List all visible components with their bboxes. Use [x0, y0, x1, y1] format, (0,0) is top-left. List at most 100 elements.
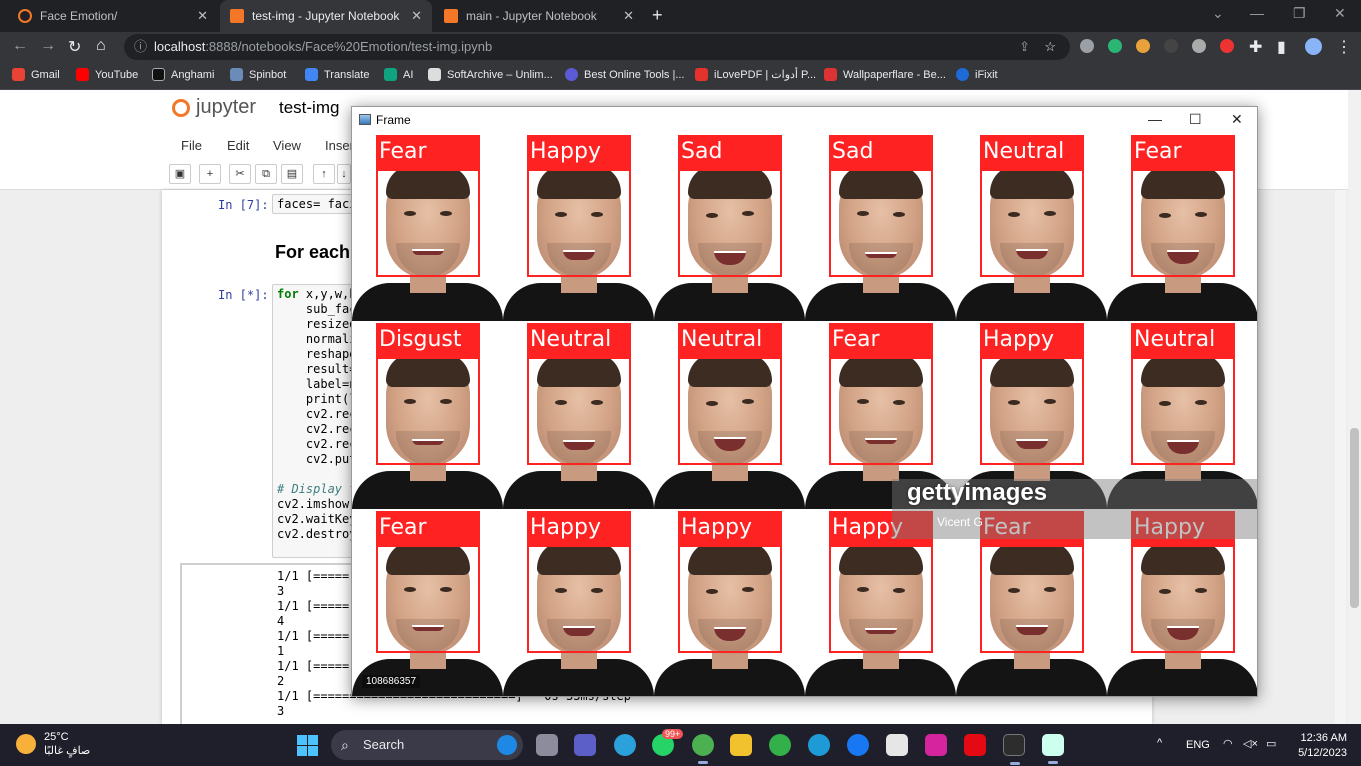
share-icon[interactable]: ⇪ — [1019, 34, 1030, 60]
teams-icon[interactable] — [574, 734, 596, 756]
tab-title: Face Emotion/ — [40, 9, 118, 23]
tab-test-img[interactable]: test-img - Jupyter Notebook ✕ — [220, 0, 432, 32]
battery-icon[interactable]: ▭ — [1266, 737, 1276, 750]
bookmark-ai[interactable]: AI — [384, 68, 413, 81]
chevron-up-icon[interactable]: ^ — [1157, 737, 1162, 749]
bookmark-best-online-tools[interactable]: Best Online Tools |... — [565, 68, 684, 81]
close-tab-icon[interactable]: ✕ — [411, 8, 422, 24]
extensions-puzzle-icon[interactable]: ✚ — [1249, 37, 1262, 57]
bookmark-ifixit[interactable]: iFixit — [956, 68, 998, 81]
youtube-icon — [76, 68, 89, 81]
menu-edit[interactable]: Edit — [227, 138, 249, 153]
bookmark-softarchive[interactable]: SoftArchive – Unlim... — [428, 68, 553, 81]
extension-icon[interactable] — [1080, 39, 1094, 53]
extension-icon[interactable] — [1192, 39, 1206, 53]
edge-icon[interactable] — [808, 734, 830, 756]
opencv-frame-window[interactable]: Frame — ☐ ✕ Fear Happy Sad Sad Neutral Fear Di… — [351, 106, 1258, 697]
paste-icon[interactable]: ▤ — [281, 164, 303, 184]
wifi-icon[interactable]: ◠ — [1223, 737, 1233, 750]
face-bounding-box — [527, 169, 631, 277]
menu-file[interactable]: File — [181, 138, 202, 153]
softarchive-icon — [428, 68, 441, 81]
emotion-label: Happy — [678, 511, 782, 545]
menu-insert[interactable]: Inser — [325, 138, 354, 153]
weather-widget[interactable]: 25°C صافٍ غالبًا — [16, 730, 90, 758]
terminal-icon[interactable] — [1003, 734, 1025, 765]
home-icon[interactable]: ⌂ — [96, 37, 106, 55]
site-info-icon[interactable]: ⓘ — [134, 34, 147, 60]
extension-icon[interactable] — [1220, 39, 1234, 53]
close-window-icon[interactable]: ✕ — [1334, 5, 1346, 22]
insert-cell-icon[interactable]: + — [199, 164, 221, 184]
profile-avatar[interactable] — [1305, 38, 1322, 55]
emotion-label: Neutral — [678, 323, 782, 357]
telegram-icon[interactable] — [614, 734, 636, 756]
notebook-scrollbar[interactable] — [1335, 190, 1346, 724]
bookmark-spinbot[interactable]: Spinbot — [230, 68, 286, 81]
volume-muted-icon[interactable]: ◁× — [1243, 737, 1258, 750]
jupyter-logo[interactable]: jupyter — [172, 96, 256, 119]
reload-icon[interactable]: ↻ — [68, 37, 81, 57]
move-up-icon[interactable]: ↑ — [313, 164, 335, 184]
weather-moon-icon — [16, 734, 36, 754]
code-cell[interactable]: for x,y,w,h sub_fac resized normali resh… — [272, 284, 354, 558]
bookmark-ilovepdf[interactable]: iLovePDF | أدوات P... — [695, 68, 816, 81]
bookmark-youtube[interactable]: YouTube — [76, 68, 138, 81]
microsoft-store-icon[interactable] — [886, 734, 908, 756]
chrome-icon[interactable] — [692, 734, 714, 764]
bookmark-translate[interactable]: Translate — [305, 68, 369, 81]
frame-minimize-icon[interactable]: — — [1148, 111, 1162, 127]
frame-title: Frame — [376, 113, 411, 127]
clock[interactable]: 12:36 AM 5/12/2023 — [1293, 731, 1347, 761]
code-cell[interactable]: faces= faci — [272, 194, 354, 214]
save-icon[interactable]: ▣ — [169, 164, 191, 184]
back-icon[interactable]: ← — [12, 37, 28, 55]
bing-icon[interactable] — [497, 735, 517, 755]
windows-taskbar: 25°C صافٍ غالبًا ⌕ Search 99+ ^ ENG ◠ ◁× … — [0, 724, 1361, 766]
frame-titlebar[interactable]: Frame — ☐ ✕ — [352, 107, 1257, 133]
bookmark-wallpaperflare[interactable]: Wallpaperflare - Be... — [824, 68, 946, 81]
grammarly-extension-icon[interactable] — [1108, 39, 1122, 53]
close-tab-icon[interactable]: ✕ — [197, 8, 208, 24]
extension-icon[interactable] — [1164, 39, 1178, 53]
gettyimages-watermark: gettyimages — [907, 479, 1048, 506]
tab-face-emotion[interactable]: Face Emotion/ ✕ — [8, 0, 218, 32]
qtgrace-icon[interactable] — [769, 734, 791, 756]
taskbar-search[interactable]: ⌕ Search — [331, 730, 523, 760]
start-button[interactable] — [297, 735, 318, 756]
close-tab-icon[interactable]: ✕ — [623, 8, 634, 24]
minimize-icon[interactable]: — — [1250, 5, 1264, 21]
jupyter-logo-icon — [172, 98, 190, 117]
forward-icon[interactable]: → — [40, 37, 56, 55]
frame-maximize-icon[interactable]: ☐ — [1189, 111, 1202, 128]
photo-credit: Vicent G — [937, 515, 983, 529]
cut-icon[interactable]: ✂ — [229, 164, 251, 184]
file-explorer-icon[interactable] — [730, 734, 752, 756]
task-view-icon[interactable] — [536, 734, 558, 756]
restore-icon[interactable]: ❐ — [1293, 5, 1306, 22]
menu-view[interactable]: View — [273, 138, 301, 153]
copy-icon[interactable]: ⧉ — [255, 164, 277, 184]
scrollbar-thumb[interactable] — [1350, 428, 1359, 608]
frame-close-icon[interactable]: ✕ — [1231, 111, 1243, 128]
bookmark-star-icon[interactable]: ☆ — [1044, 34, 1056, 60]
menu-kebab-icon[interactable]: ⋮ — [1336, 37, 1352, 57]
facebook-icon[interactable] — [847, 734, 869, 756]
notebook-favicon-icon — [230, 9, 244, 23]
extension-icon[interactable] — [1136, 39, 1150, 53]
notebook-title[interactable]: test-img — [279, 98, 339, 118]
language-indicator[interactable]: ENG — [1186, 739, 1210, 751]
bookmark-gmail[interactable]: Gmail — [12, 68, 60, 81]
bookmark-anghami[interactable]: Anghami — [152, 68, 214, 81]
move-down-icon[interactable]: ↓ — [337, 164, 351, 184]
netflix-icon[interactable] — [964, 734, 986, 756]
opencv-frame-taskbar-icon[interactable] — [1042, 734, 1064, 764]
url-input[interactable]: ⓘ localhost:8888/notebooks/Face%20Emotio… — [124, 34, 1070, 60]
side-panel-icon[interactable]: ▮ — [1277, 37, 1286, 57]
new-tab-button[interactable]: + — [652, 5, 663, 26]
tab-main[interactable]: main - Jupyter Notebook ✕ — [434, 0, 644, 32]
code-line: label=n — [277, 377, 354, 391]
instagram-icon[interactable] — [925, 734, 947, 756]
page-scrollbar[interactable] — [1348, 90, 1361, 724]
tab-search-icon[interactable]: ⌄ — [1212, 5, 1224, 22]
